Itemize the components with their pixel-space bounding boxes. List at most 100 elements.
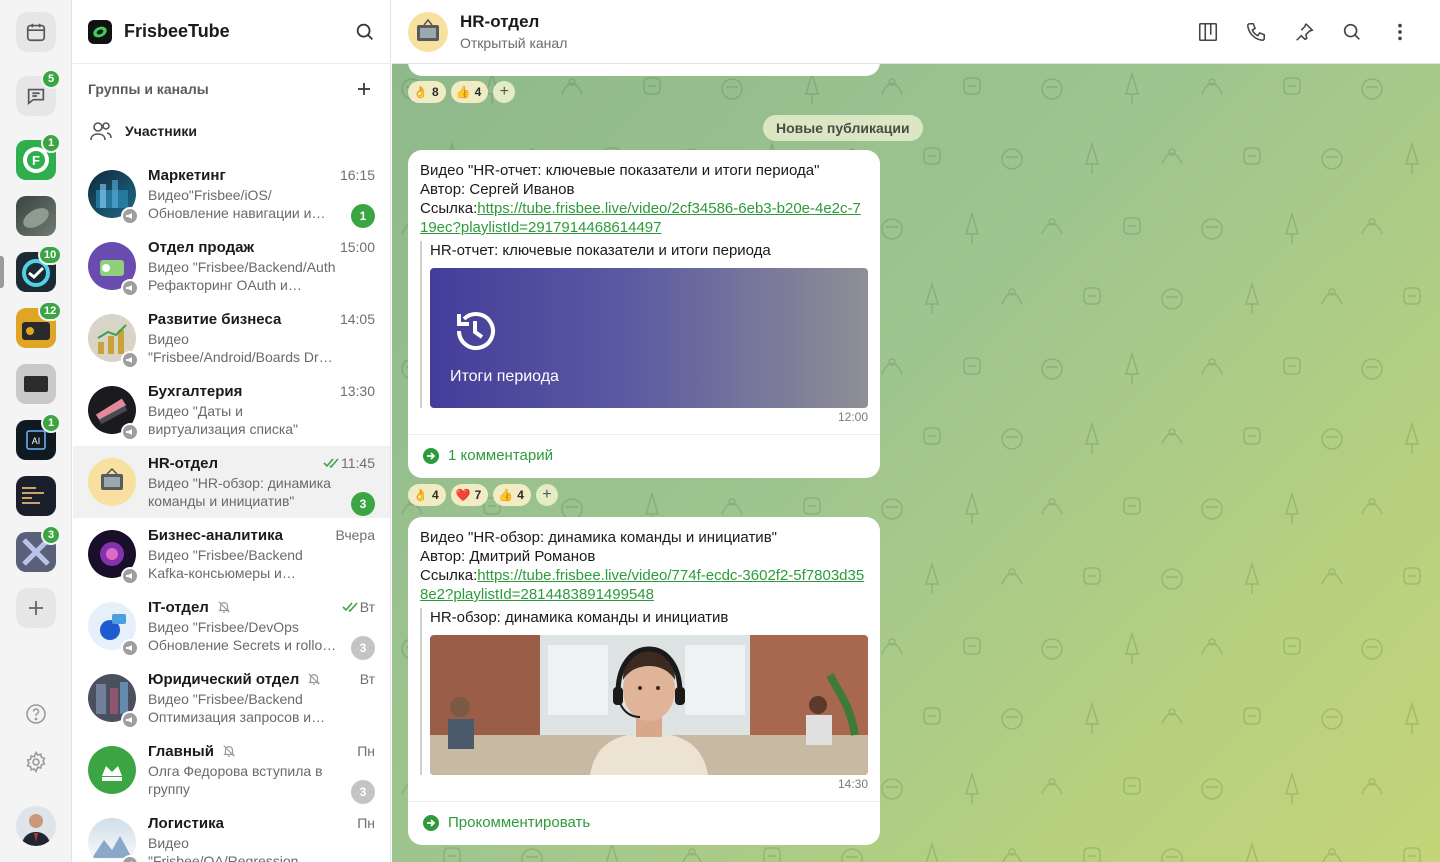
reaction-chip[interactable]: ❤️ 7 bbox=[450, 484, 489, 506]
search-icon[interactable] bbox=[354, 21, 376, 43]
preview-image[interactable] bbox=[430, 635, 868, 775]
chat-item[interactable]: Развитие бизнеса 14:05 Видео "Frisbee/An… bbox=[73, 302, 390, 374]
members-item[interactable]: Участники bbox=[73, 114, 390, 148]
reaction-count: 4 bbox=[474, 85, 482, 99]
more-menu-button[interactable] bbox=[1376, 8, 1424, 56]
chat-item[interactable]: Логистика Пн Видео "Frisbee/QA/Regressio… bbox=[73, 806, 390, 862]
chat-time: Вт bbox=[359, 599, 375, 615]
board-button[interactable] bbox=[1184, 8, 1232, 56]
channel-subtitle: Открытый канал bbox=[460, 35, 568, 51]
chat-item[interactable]: Бухгалтерия 13:30 Видео "Даты и виртуали… bbox=[73, 374, 390, 446]
message-feed[interactable]: 👌 8 👍 4 + Новые публикации Видео "HR-отчет… bbox=[392, 64, 1440, 862]
reaction-emoji: 👍 bbox=[498, 488, 514, 502]
chats-badge: 5 bbox=[41, 69, 61, 89]
chat-list-panel: FrisbeeTube Группы и каналы Участники Ма… bbox=[73, 0, 391, 862]
message-card: Видео "HR-отчет: ключевые показатели и и… bbox=[408, 150, 880, 478]
add-reaction-button[interactable]: + bbox=[493, 81, 516, 103]
link-prefix: Ссылка: bbox=[420, 200, 478, 217]
app-thumbnail-icon bbox=[23, 208, 49, 228]
comment-arrow-icon bbox=[423, 447, 439, 464]
channel-badge-icon bbox=[121, 351, 139, 369]
search-button[interactable] bbox=[1328, 8, 1376, 56]
chat-item[interactable]: Маркетинг 16:15 Видео"Frisbee/iOS/ Обнов… bbox=[73, 158, 390, 230]
unread-badge: 3 bbox=[351, 636, 375, 660]
channel-avatar[interactable] bbox=[408, 11, 448, 52]
more-vertical-icon bbox=[1398, 23, 1402, 40]
pin-button[interactable] bbox=[1280, 8, 1328, 56]
app-rail: 5 F 1 10 12 AI 1 3 bbox=[0, 0, 72, 862]
message-time: 12:00 bbox=[837, 410, 868, 424]
section-title: Группы и каналы bbox=[88, 81, 209, 97]
chat-item[interactable]: HR-отдел 11:45 Видео "HR-обзор: динамика… bbox=[73, 446, 390, 518]
settings-icon[interactable] bbox=[24, 750, 48, 774]
comment-button[interactable]: Прокомментировать bbox=[408, 801, 880, 843]
video-link[interactable]: https://tube.frisbee.live/video/774f-ecd… bbox=[420, 567, 864, 603]
chat-time: Пн bbox=[357, 815, 375, 831]
reaction-chip[interactable]: 👌 8 bbox=[408, 81, 446, 103]
add-reaction-button[interactable]: + bbox=[535, 484, 558, 506]
reaction-chip[interactable]: 👍 4 bbox=[450, 81, 489, 103]
chat-bubble-icon bbox=[27, 88, 45, 106]
comments-link[interactable]: 1 комментарий bbox=[408, 434, 880, 476]
video-link[interactable]: https://tube.frisbee.live/video/2cf34586… bbox=[420, 200, 861, 236]
preview-image[interactable]: Итоги периода bbox=[430, 268, 868, 408]
frisbee-icon bbox=[93, 26, 107, 37]
chat-preview: Видео "Frisbee/Android/Boards Drag & Dro… bbox=[148, 331, 335, 365]
app8-badge: 3 bbox=[41, 525, 61, 545]
search-icon bbox=[1343, 23, 1360, 40]
reaction-chip[interactable]: 👍 4 bbox=[493, 484, 531, 506]
app4-badge: 12 bbox=[38, 301, 63, 321]
reaction-chip[interactable]: 👌 4 bbox=[408, 484, 446, 506]
app-logo bbox=[88, 19, 112, 44]
message-line: Видео "HR-отчет: ключевые показатели и и… bbox=[420, 162, 820, 179]
tv-icon bbox=[417, 18, 439, 41]
add-workspace-button[interactable] bbox=[16, 588, 56, 628]
chat-preview: Видео "Frisbee/Backend Оптимизация запро… bbox=[148, 691, 326, 725]
chat-item[interactable]: Бизнес-аналитика Вчера Видео "Frisbee/Ba… bbox=[73, 518, 390, 590]
chat-item[interactable]: IT-отдел Вт Видео "Frisbee/DevOps Обновл… bbox=[73, 590, 390, 662]
chat-time: 16:15 bbox=[339, 167, 375, 183]
top-reactions: 👌 8 👍 4 + bbox=[408, 81, 516, 103]
rail-app-2[interactable] bbox=[16, 196, 56, 236]
preview-title: HR-отчет: ключевые показатели и итоги пе… bbox=[430, 242, 771, 259]
channel-header: HR-отдел Открытый канал bbox=[392, 0, 1440, 64]
reaction-count: 4 bbox=[431, 488, 439, 502]
read-checkmark-icon bbox=[342, 602, 358, 613]
comments-label: 1 комментарий bbox=[448, 447, 553, 464]
code-thumbnail-icon bbox=[22, 487, 44, 504]
history-clock-icon bbox=[457, 312, 495, 351]
comment-arrow-icon bbox=[423, 814, 439, 831]
message-author: Автор: Сергей Иванов bbox=[420, 181, 575, 198]
user-photo-icon bbox=[21, 814, 51, 846]
rail-app-5[interactable] bbox=[16, 364, 56, 404]
link-preview[interactable]: HR-отчет: ключевые показатели и итоги пе… bbox=[420, 241, 868, 408]
help-icon[interactable] bbox=[24, 702, 48, 726]
chat-time: Вчера bbox=[335, 527, 375, 543]
chat-avatar bbox=[88, 458, 136, 506]
chat-item[interactable]: Юридический отдел Вт Видео "Frisbee/Back… bbox=[73, 662, 390, 734]
user-avatar[interactable] bbox=[16, 806, 56, 846]
preview-image-caption: Итоги периода bbox=[450, 368, 559, 385]
call-button[interactable] bbox=[1232, 8, 1280, 56]
message-author: Автор: Дмитрий Романов bbox=[420, 548, 596, 565]
link-preview[interactable]: HR-обзор: динамика команды и инициатив bbox=[420, 608, 868, 775]
chat-time: 11:45 bbox=[341, 455, 375, 471]
chat-item[interactable]: Главный Пн Олга Федорова вступила в груп… bbox=[73, 734, 390, 806]
unread-badge: 1 bbox=[351, 204, 375, 228]
rail-app-7[interactable] bbox=[16, 476, 56, 516]
calendar-button[interactable] bbox=[16, 12, 56, 52]
chat-time: 15:00 bbox=[339, 239, 375, 255]
chat-avatar bbox=[88, 746, 136, 794]
chat-name: Бизнес-аналитика bbox=[148, 526, 283, 544]
muted-bell-icon bbox=[223, 745, 235, 757]
message-reactions: 👌 4 ❤️ 7 👍 4 + bbox=[408, 484, 558, 506]
chat-name: Маркетинг bbox=[148, 166, 226, 184]
chat-preview: Видео "Frisbee/QA/Regression Автотесты и… bbox=[148, 835, 299, 862]
previous-message bbox=[408, 64, 880, 76]
preview-title: HR-обзор: динамика команды и инициатив bbox=[430, 609, 729, 626]
read-checkmark-icon bbox=[323, 458, 339, 469]
chat-item[interactable]: Отдел продаж 15:00 Видео "Frisbee/Backen… bbox=[73, 230, 390, 302]
channel-badge-icon bbox=[121, 207, 139, 225]
message-card: Видео "HR-обзор: динамика команды и иниц… bbox=[408, 517, 880, 845]
add-group-icon[interactable] bbox=[356, 81, 372, 97]
